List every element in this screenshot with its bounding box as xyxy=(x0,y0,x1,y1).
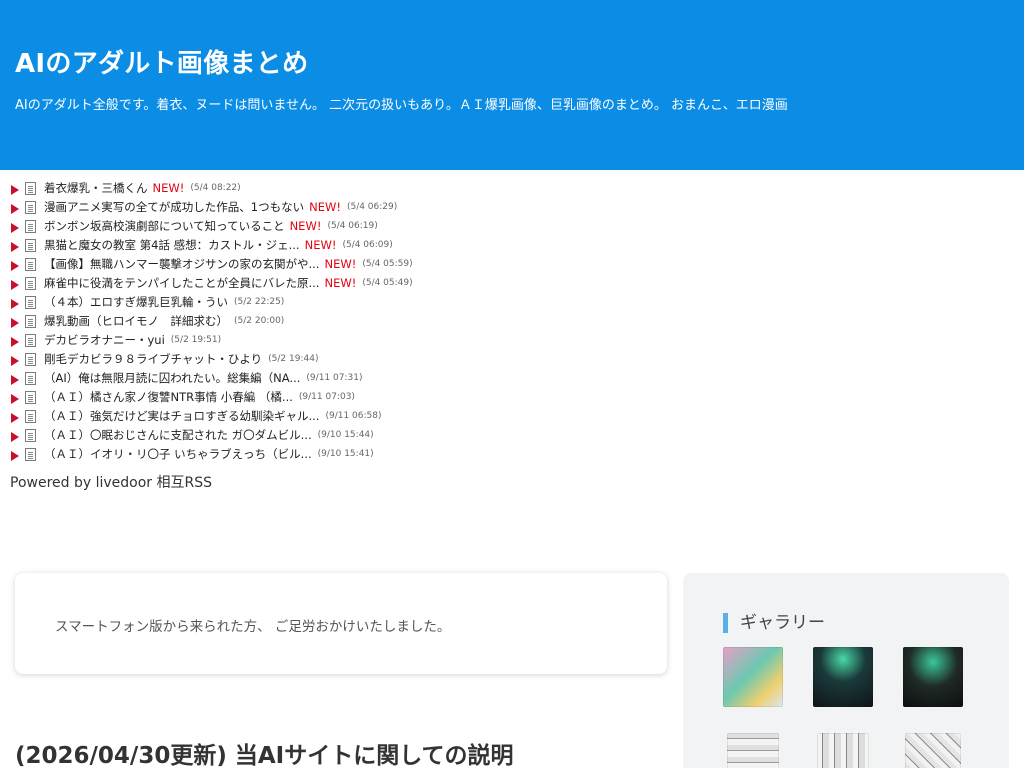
new-badge: NEW! xyxy=(304,237,337,252)
rss-item-link[interactable]: 黒猫と魔女の教室 第4話 感想：カストル・ジェ... xyxy=(44,237,300,253)
rss-item-link[interactable]: （ＡＩ）〇眠おじさんに支配された ガ〇ダムビル... xyxy=(44,427,312,443)
article-title[interactable]: (2026/04/30更新) 当AIサイトに関しての説明 xyxy=(15,736,514,768)
red-arrow-icon xyxy=(11,355,19,366)
new-badge: NEW! xyxy=(324,256,357,271)
rss-item-date: (5/4 06:29) xyxy=(346,201,398,212)
rss-list-item: （４本）エロすぎ爆乳巨乳輪・うい (5/2 22:25) xyxy=(8,292,708,311)
document-icon xyxy=(25,315,36,328)
red-arrow-icon xyxy=(11,203,19,214)
new-badge: NEW! xyxy=(152,180,185,195)
new-badge: NEW! xyxy=(324,275,357,290)
rss-item-date: (9/10 15:41) xyxy=(317,448,374,459)
smartphone-notice-text: スマートフォン版から来られた方、 ご足労おかけいたしました。 xyxy=(55,619,451,635)
rss-item-link[interactable]: （ＡＩ）イオリ・リ〇子 いちゃラブえっち（ビル... xyxy=(44,446,312,462)
red-arrow-icon xyxy=(11,336,19,347)
rss-item-link[interactable]: （AI）俺は無限月読に囚われたい。総集編（NA... xyxy=(44,370,300,386)
rss-list: 着衣爆乳・三橋くん NEW! (5/4 08:22) 漫画アニメ実写の全てが成功した作… xyxy=(8,178,708,463)
rss-item-link[interactable]: 【画像】無職ハンマー襲撃オジサンの家の玄関がや... xyxy=(44,256,319,272)
document-icon xyxy=(25,429,36,442)
powered-by: Powered by livedoor 相互RSS xyxy=(10,472,212,492)
document-icon xyxy=(25,220,36,233)
rss-item-date: (9/11 07:31) xyxy=(306,372,363,383)
new-badge: NEW! xyxy=(309,199,341,214)
red-arrow-icon xyxy=(11,279,19,290)
rss-list-item: 麻雀中に役満をテンパイしたことが全員にバレた原... NEW! (5/4 05:49… xyxy=(8,273,708,292)
red-arrow-icon xyxy=(11,431,19,442)
rss-item-date: (5/4 06:19) xyxy=(327,220,378,231)
rss-item-link[interactable]: （ＡＩ）強気だけど実はチョロすぎる幼馴染ギャル... xyxy=(44,408,319,424)
document-icon xyxy=(25,448,36,461)
rss-list-item: 爆乳動画（ヒロイモノ 詳細求む） (5/2 20:00) xyxy=(8,311,708,330)
red-arrow-icon xyxy=(11,222,19,233)
document-icon xyxy=(25,239,36,252)
site-description: AIのアダルト全般です。着衣、ヌードは問いません。 二次元の扱いもあり。ＡＩ爆乳… xyxy=(15,98,788,113)
rss-item-date: (5/2 19:44) xyxy=(268,353,319,364)
rss-item-link[interactable]: ボンボン坂高校演劇部について知っていること xyxy=(44,218,285,234)
rss-list-item: （ＡＩ）イオリ・リ〇子 いちゃラブえっち（ビル... (9/10 15:41) xyxy=(8,444,708,463)
red-arrow-icon xyxy=(11,317,19,328)
rss-list-item: 着衣爆乳・三橋くん NEW! (5/4 08:22) xyxy=(8,178,708,197)
rss-item-link[interactable]: 麻雀中に役満をテンパイしたことが全員にバレた原... xyxy=(44,275,319,291)
rss-item-link[interactable]: 着衣爆乳・三橋くん xyxy=(44,180,148,196)
gallery-heading: ギャラリー xyxy=(723,613,825,633)
gallery-thumbnail[interactable] xyxy=(727,733,779,768)
sidebar-gallery: ギャラリー xyxy=(683,573,1009,768)
rss-item-link[interactable]: 爆乳動画（ヒロイモノ 詳細求む） xyxy=(44,313,228,329)
gallery-thumbnail[interactable] xyxy=(723,647,783,707)
new-badge: NEW! xyxy=(289,218,322,233)
gallery-thumbnail[interactable] xyxy=(817,733,869,768)
rss-list-item: （ＡＩ）橘さん家ノ復讐NTR事情 小春編 （橘... (9/11 07:03) xyxy=(8,387,708,406)
rss-item-date: (5/4 05:59) xyxy=(362,258,413,269)
rss-item-date: (9/10 15:44) xyxy=(317,429,374,440)
rss-list-item: 剛毛デカビラ９８ライブチャット・ひより (5/2 19:44) xyxy=(8,349,708,368)
rss-list-item: （ＡＩ）強気だけど実はチョロすぎる幼馴染ギャル... (9/11 06:58) xyxy=(8,406,708,425)
rss-item-date: (5/2 19:51) xyxy=(170,334,222,345)
smartphone-notice-card: スマートフォン版から来られた方、 ご足労おかけいたしました。 xyxy=(15,573,667,674)
document-icon xyxy=(25,258,36,271)
rss-item-date: (5/2 22:25) xyxy=(234,296,285,307)
powered-by-link[interactable]: livedoor 相互RSS xyxy=(96,475,212,491)
document-icon xyxy=(25,391,36,404)
gallery-thumbnail[interactable] xyxy=(813,647,873,707)
gallery-thumbnail[interactable] xyxy=(903,647,963,707)
rss-list-item: 【画像】無職ハンマー襲撃オジサンの家の玄関がや... NEW! (5/4 05:59… xyxy=(8,254,708,273)
rss-item-date: (5/4 06:09) xyxy=(342,239,393,250)
powered-by-label: Powered by xyxy=(10,475,92,491)
document-icon xyxy=(25,296,36,309)
rss-list-item: 黒猫と魔女の教室 第4話 感想：カストル・ジェ... NEW! (5/4 06:09… xyxy=(8,235,708,254)
rss-item-link[interactable]: 剛毛デカビラ９８ライブチャット・ひより xyxy=(44,351,262,367)
red-arrow-icon xyxy=(11,393,19,404)
rss-item-link[interactable]: （ＡＩ）橘さん家ノ復讐NTR事情 小春編 （橘... xyxy=(44,389,293,405)
rss-item-date: (5/2 20:00) xyxy=(234,315,285,326)
rss-item-link[interactable]: （４本）エロすぎ爆乳巨乳輪・うい xyxy=(44,294,228,310)
rss-item-link[interactable]: 漫画アニメ実写の全てが成功した作品、1つもない xyxy=(44,199,304,215)
rss-list-item: デカビラオナニー・yui (5/2 19:51) xyxy=(8,330,708,349)
document-icon xyxy=(25,372,36,385)
rss-list-item: 漫画アニメ実写の全てが成功した作品、1つもない NEW! (5/4 06:29) xyxy=(8,197,708,216)
site-title[interactable]: AIのアダルト画像まとめ xyxy=(15,43,308,80)
site-header: AIのアダルト画像まとめ AIのアダルト全般です。着衣、ヌードは問いません。 二… xyxy=(0,0,1024,170)
rss-item-link[interactable]: デカビラオナニー・yui xyxy=(44,332,165,348)
document-icon xyxy=(25,277,36,290)
red-arrow-icon xyxy=(11,374,19,385)
red-arrow-icon xyxy=(11,450,19,461)
document-icon xyxy=(25,410,36,423)
rss-item-date: (9/11 07:03) xyxy=(298,391,355,402)
red-arrow-icon xyxy=(11,260,19,271)
document-icon xyxy=(25,353,36,366)
gallery-thumbnail[interactable] xyxy=(905,733,961,768)
rss-item-date: (9/11 06:58) xyxy=(325,410,382,421)
red-arrow-icon xyxy=(11,184,19,195)
document-icon xyxy=(25,182,36,195)
document-icon xyxy=(25,334,36,347)
rss-list-item: ボンボン坂高校演劇部について知っていること NEW! (5/4 06:19) xyxy=(8,216,708,235)
rss-item-date: (5/4 08:22) xyxy=(190,182,241,193)
red-arrow-icon xyxy=(11,412,19,423)
red-arrow-icon xyxy=(11,241,19,252)
rss-list-item: （ＡＩ）〇眠おじさんに支配された ガ〇ダムビル... (9/10 15:44) xyxy=(8,425,708,444)
red-arrow-icon xyxy=(11,298,19,309)
document-icon xyxy=(25,201,36,214)
rss-item-date: (5/4 05:49) xyxy=(362,277,413,288)
rss-list-item: （AI）俺は無限月読に囚われたい。総集編（NA... (9/11 07:31) xyxy=(8,368,708,387)
